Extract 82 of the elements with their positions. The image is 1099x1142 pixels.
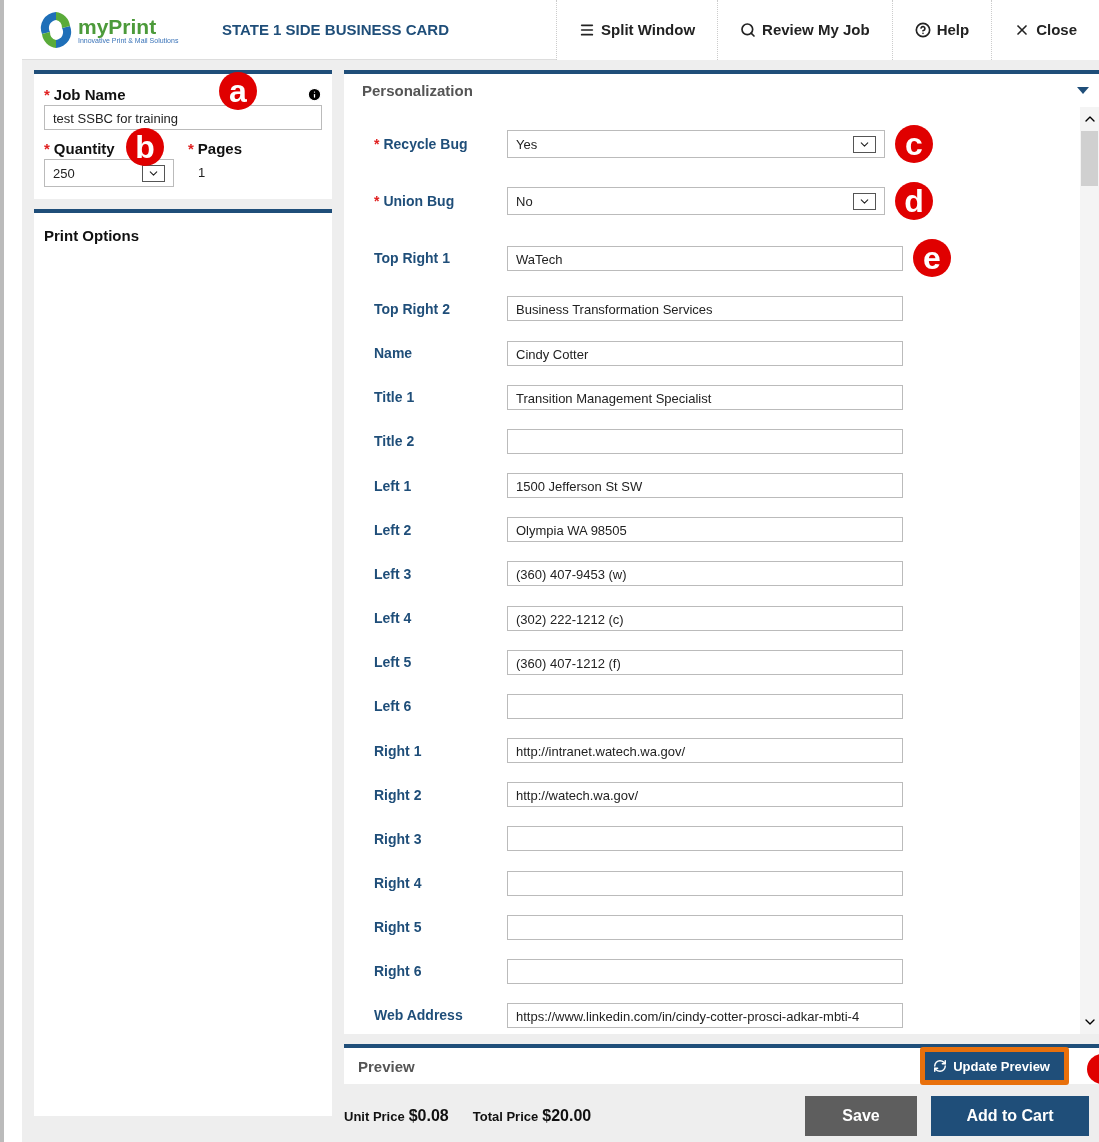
field-label: Right 4 (374, 875, 422, 891)
caret-icon (142, 164, 165, 182)
text-field[interactable]: Cindy Cotter (507, 340, 903, 366)
field-label: Recycle Bug (383, 136, 468, 152)
field-label: Right 6 (374, 963, 422, 980)
required-mark: * (374, 193, 380, 210)
logo-text: myPrint (78, 15, 158, 37)
header-button[interactable]: Review My Job (717, 0, 892, 60)
text-field[interactable] (507, 826, 903, 852)
search-icon (740, 21, 757, 38)
text-field[interactable]: 1500 Jefferson St SW (507, 473, 903, 499)
field-label: Name (374, 345, 413, 362)
caret-icon (853, 135, 876, 153)
required-mark: * (44, 86, 50, 103)
scrollbar[interactable] (1080, 107, 1099, 1034)
text-field[interactable]: https://www.linkedin.com/in/cindy-cotter-prosci-adkar-mbti-4 (507, 1002, 903, 1028)
refresh-icon (933, 1059, 948, 1073)
field-label: Right 2 (374, 786, 422, 803)
text-field[interactable] (507, 428, 903, 454)
price-value: $20.00 (542, 1107, 592, 1125)
field-label: Right 3 (374, 830, 422, 847)
text-field[interactable] (507, 914, 903, 940)
field-label: Right 1 (374, 742, 422, 759)
header-button[interactable]: Help (891, 0, 992, 60)
field-label: Left 6 (374, 698, 412, 715)
pages-value: 1 (197, 165, 207, 180)
field-label: Pages (197, 140, 243, 157)
field-label: Title 2 (374, 433, 415, 450)
text-field[interactable]: Business Transformation Services (507, 296, 903, 322)
callout-marker: e (913, 239, 951, 278)
field-label: Top Right 2 (374, 300, 450, 317)
info-icon[interactable] (307, 87, 322, 102)
caret-icon (853, 192, 876, 210)
callout-marker: d (895, 182, 933, 221)
save-button[interactable]: Save (805, 1096, 917, 1136)
callout-marker: a (219, 72, 257, 110)
field-label: Left 3 (374, 565, 412, 582)
text-field[interactable]: Olympia WA 98505 (507, 517, 903, 543)
text-field[interactable] (507, 693, 903, 719)
field-label: Web Address (374, 1007, 463, 1024)
text-field[interactable]: http://watech.wa.gov/ (507, 782, 903, 808)
callout-marker: c (895, 125, 933, 163)
price-label: Unit Price (344, 1108, 405, 1124)
field-label: Job Name (53, 86, 126, 103)
help-icon (914, 21, 931, 38)
field-label: Left 5 (374, 654, 412, 671)
field-label: Top Right 1 (374, 250, 450, 267)
field-label: Quantity (53, 140, 115, 157)
field-label: Title 1 (374, 389, 415, 406)
header-button[interactable]: Split Window (556, 0, 718, 60)
add-to-cart-button[interactable]: Add to Cart (931, 1096, 1089, 1136)
required-mark: * (374, 136, 380, 152)
text-field[interactable]: http://intranet.watech.wa.gov/ (507, 738, 903, 764)
field-label: Right 5 (374, 919, 422, 936)
required-mark: * (188, 140, 194, 157)
update-preview-button[interactable]: Update Preview (925, 1052, 1064, 1080)
text-field[interactable] (507, 958, 903, 984)
text-field[interactable]: (360) 407-9453 (w) (507, 561, 903, 587)
text-field[interactable]: (360) 407-1212 (f) (507, 649, 903, 675)
header-button[interactable]: Close (991, 0, 1099, 60)
field-label: Left 4 (374, 610, 412, 627)
dropdown-field[interactable]: Yes (507, 130, 885, 158)
quantity-select[interactable]: 250 (44, 159, 174, 187)
text-field[interactable]: WaTech (507, 245, 903, 271)
section-title: Personalization (362, 82, 473, 99)
section-title: Preview (358, 1057, 415, 1075)
price-label: Total Price (472, 1108, 539, 1124)
field-label: Union Bug (383, 193, 455, 210)
scrollbar-thumb[interactable] (1081, 131, 1098, 186)
text-field[interactable] (507, 870, 903, 896)
price-value: $0.08 (408, 1107, 449, 1125)
text-field[interactable]: (302) 222-1212 (c) (507, 605, 903, 631)
collapse-icon[interactable] (1077, 87, 1089, 94)
required-mark: * (44, 140, 50, 157)
field-label: Left 1 (374, 477, 412, 494)
page-title: STATE 1 SIDE BUSINESS CARD (222, 21, 450, 38)
text-field[interactable]: Transition Management Specialist (507, 384, 903, 410)
job-name-field[interactable]: test SSBC for training (44, 105, 322, 130)
dropdown-field[interactable]: No (507, 187, 885, 216)
callout-marker: b (126, 128, 164, 166)
field-label: Left 2 (374, 521, 412, 538)
section-title: Print Options (44, 227, 139, 244)
